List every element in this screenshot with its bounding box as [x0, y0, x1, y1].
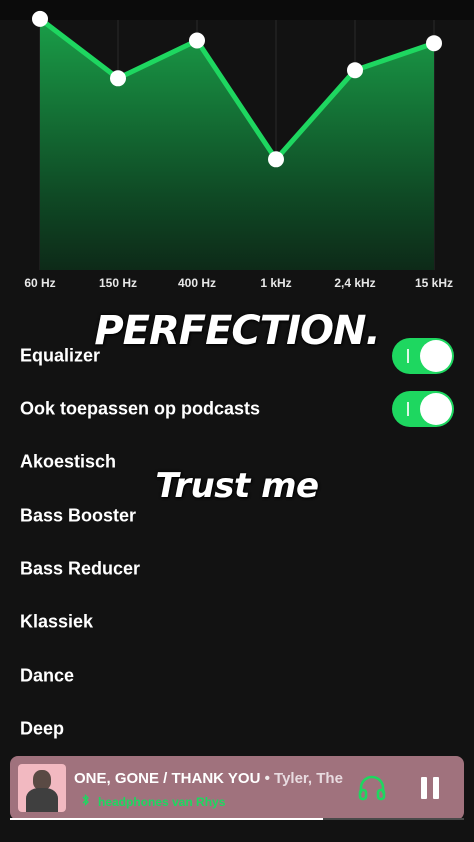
equalizer-handle[interactable] [189, 32, 205, 49]
track-info[interactable]: ONE, GONE / THANK YOU • Tyler, The C [74, 770, 346, 790]
preset-label: Deep [20, 718, 65, 739]
frequency-label: 60 Hz [22, 276, 58, 290]
frequency-label: 1 kHz [258, 276, 294, 290]
device-name: headphones van Rhys [98, 795, 226, 809]
equalizer-graph[interactable]: 60 Hz 150 Hz 400 Hz 1 kHz 2,4 kHz 15 kHz [0, 0, 474, 300]
equalizer-fill-area [40, 18, 434, 271]
preset-label: Bass Reducer [20, 558, 141, 579]
bottom-nav [0, 824, 474, 842]
toggle-on-indicator [407, 402, 409, 416]
overlay-subline: Trust me [155, 466, 319, 506]
equalizer-handle[interactable] [110, 70, 126, 87]
album-cover[interactable] [18, 764, 66, 812]
frequency-label: 400 Hz [175, 276, 219, 290]
preset-bass-reducer[interactable]: Bass Reducer [0, 549, 474, 589]
toggle-knob [420, 393, 452, 425]
playback-progress-fill [10, 818, 324, 820]
equalizer-graph-svg [32, 10, 442, 271]
overlay-headline: PERFECTION. [94, 308, 380, 354]
setting-row-podcasts[interactable]: Ook toepassen op podcasts [0, 389, 474, 429]
cover-figure-body [26, 788, 58, 812]
equalizer-handle[interactable] [347, 62, 363, 79]
pause-button[interactable] [418, 776, 442, 800]
equalizer-handle[interactable] [268, 151, 284, 168]
pause-icon [421, 777, 427, 799]
headphones-icon[interactable] [356, 772, 388, 804]
connected-device[interactable]: headphones van Rhys [82, 793, 226, 809]
cover-figure-head [33, 770, 51, 790]
playback-progress-bar[interactable] [10, 818, 464, 820]
equalizer-handle[interactable] [32, 10, 48, 27]
pause-icon [433, 777, 439, 799]
preset-dance[interactable]: Dance [0, 656, 474, 696]
equalizer-handle[interactable] [426, 35, 442, 52]
mini-player[interactable]: ONE, GONE / THANK YOU • Tyler, The C hea… [10, 756, 464, 820]
frequency-label: 2,4 kHz [332, 276, 378, 290]
track-title: ONE, GONE / THANK YOU [74, 770, 261, 787]
preset-label: Klassiek [20, 611, 94, 632]
bluetooth-icon [82, 793, 92, 809]
track-separator: • [260, 770, 275, 787]
preset-label: Dance [20, 665, 75, 686]
podcasts-toggle[interactable] [392, 391, 454, 427]
preset-klassiek[interactable]: Klassiek [0, 602, 474, 642]
preset-label: Bass Booster [20, 505, 137, 526]
frequency-label: 15 kHz [412, 276, 456, 290]
track-artist: Tyler, The C [274, 770, 346, 787]
preset-deep[interactable]: Deep [0, 709, 474, 749]
setting-label-podcasts: Ook toepassen op podcasts [20, 398, 261, 419]
frequency-label: 150 Hz [96, 276, 140, 290]
